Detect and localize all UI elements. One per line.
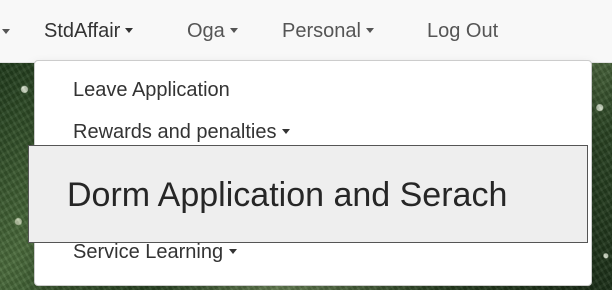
chevron-down-icon[interactable]: [2, 29, 10, 34]
navbar: StdAffair Oga Personal Log Out: [0, 0, 612, 63]
chevron-down-icon: [229, 249, 238, 255]
nav-item-stdaffair[interactable]: StdAffair: [44, 19, 134, 43]
nav-item-label: Oga: [187, 20, 225, 42]
nav-item-logout[interactable]: Log Out: [427, 19, 498, 43]
chevron-down-icon: [229, 28, 238, 34]
menu-item-label: Dorm Application and Serach: [67, 176, 508, 214]
menu-item-label: Leave Application: [73, 79, 230, 101]
menu-item-dorm-application-highlighted[interactable]: Dorm Application and Serach: [28, 145, 588, 243]
nav-item-oga[interactable]: Oga: [187, 19, 238, 43]
nav-item-personal[interactable]: Personal: [282, 19, 374, 43]
chevron-down-icon: [365, 28, 374, 34]
menu-item-rewards-and-penalties[interactable]: Rewards and penalties: [73, 121, 291, 144]
nav-item-label: StdAffair: [44, 20, 121, 42]
page: StdAffair Oga Personal Log Out Leave App…: [0, 0, 612, 290]
menu-item-label: Service Learning: [73, 241, 224, 263]
menu-item-label: Rewards and penalties: [73, 121, 277, 143]
nav-item-label: Log Out: [427, 20, 499, 42]
menu-item-leave-application[interactable]: Leave Application: [73, 79, 230, 102]
menu-item-service-learning[interactable]: Service Learning: [73, 241, 238, 264]
chevron-down-icon: [282, 129, 291, 135]
chevron-down-icon: [125, 28, 134, 34]
nav-item-label: Personal: [282, 20, 361, 42]
